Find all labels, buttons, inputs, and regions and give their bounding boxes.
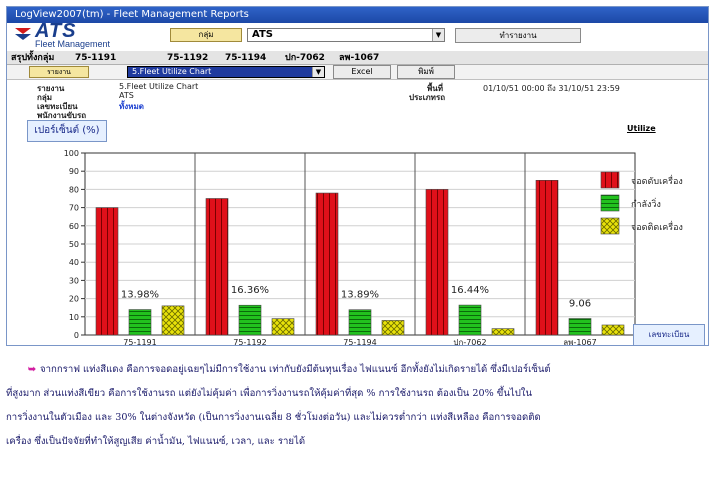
arrow-icon: ➥ <box>28 364 37 375</box>
y-tick-label: 90 <box>69 167 79 176</box>
window-titlebar: LogView2007(tm) - Fleet Management Repor… <box>7 7 708 23</box>
bar-idling <box>271 318 295 336</box>
x-tick-label: 75-1194 <box>343 338 376 346</box>
legend-swatch <box>600 171 620 189</box>
data-label: 16.36% <box>231 285 269 296</box>
caption-line: เครื่อง ซึ่งเป็นปัจจัยที่ทำให้สูญเสีย ค่… <box>6 436 306 447</box>
y-tick-label: 0 <box>74 331 79 340</box>
x-tick-label: ปก-7062 <box>453 338 486 346</box>
caption-line: ➥ จากกราฟ แท่งสีแดง คือการจอดอยู่เฉยๆไม่ม… <box>6 358 714 382</box>
legend-swatch <box>600 217 620 235</box>
y-tick-label: 40 <box>69 258 79 267</box>
chevron-down-icon[interactable]: ▼ <box>312 67 324 77</box>
x-axis-label: เลขทะเบียน <box>633 324 705 345</box>
group-select-value: ATS <box>252 29 273 40</box>
bar-idling <box>381 320 405 336</box>
tab-vehicle[interactable]: ลพ-1067 <box>339 51 379 65</box>
bar-parked-off <box>315 192 339 336</box>
bar-running <box>128 309 152 336</box>
header-bar: ATS Fleet Management กลุ่ม ATS ▼ ทำรายงา… <box>7 20 708 51</box>
logo-subtitle: Fleet Management <box>35 39 111 49</box>
bar-running <box>238 304 262 336</box>
make-report-button[interactable]: ทำรายงาน <box>455 28 581 43</box>
x-tick-label: 75-1191 <box>123 338 156 346</box>
y-tick-label: 60 <box>69 222 79 231</box>
ats-logo: ATS Fleet Management <box>13 20 163 50</box>
x-tick-label: 75-1192 <box>233 338 266 346</box>
legend-swatch <box>600 194 620 212</box>
data-label: 16.44% <box>451 285 489 296</box>
report-toolbar: รายงาน 5.Fleet Utilize Chart ▼ Excel พิม… <box>7 65 708 79</box>
bar-running <box>348 309 372 336</box>
report-area: รายงาน 5.Fleet Utilize Chart กลุ่ม ATS เ… <box>7 79 708 346</box>
y-axis-label: เปอร์เซ็นต์ (%) <box>27 120 107 142</box>
tab-group-summary[interactable]: สรุปทั้งกลุ่ม <box>11 51 54 65</box>
chart-type-value: 5.Fleet Utilize Chart <box>132 67 212 76</box>
bar-idling <box>161 305 185 336</box>
report-type-button[interactable]: รายงาน <box>29 66 89 78</box>
legend-label: จอดติดเครื่อง <box>631 220 683 233</box>
y-tick-label: 100 <box>64 149 79 158</box>
y-tick-label: 30 <box>69 276 79 285</box>
y-tick-label: 50 <box>69 240 79 249</box>
caption-line-text: จากกราฟ แท่งสีแดง คือการจอดอยู่เฉยๆไม่มี… <box>40 364 551 375</box>
tab-vehicle[interactable]: 75-1191 <box>75 51 116 65</box>
tab-vehicle[interactable]: 75-1194 <box>225 51 266 65</box>
app-window: LogView2007(tm) - Fleet Management Repor… <box>6 6 709 346</box>
data-label: 13.89% <box>341 290 379 301</box>
bar-parked-off <box>535 180 559 336</box>
ats-logo-icon <box>15 28 31 40</box>
caption-line: การวิ่งงานในตัวเมือง และ 30% ในต่างจังหว… <box>6 412 541 423</box>
tab-vehicle[interactable]: 75-1192 <box>167 51 208 65</box>
print-button[interactable]: พิมพ์ <box>397 65 455 79</box>
data-label: 13.98% <box>121 290 159 301</box>
utilize-chart: 0 10 20 30 40 50 60 70 80 90 100 75-1191 13.98% 75-11… <box>64 149 683 346</box>
utilize-label: Utilize <box>627 124 656 133</box>
chart-type-select[interactable]: 5.Fleet Utilize Chart ▼ <box>127 66 325 78</box>
excel-export-button[interactable]: Excel <box>333 65 391 79</box>
bar-parked-off <box>205 198 229 336</box>
chevron-down-icon[interactable]: ▼ <box>432 29 444 41</box>
bar-parked-off <box>95 207 119 336</box>
legend-label: จอดดับเครื่อง <box>631 174 683 187</box>
bar-idling <box>491 328 515 336</box>
y-tick-label: 20 <box>69 295 79 304</box>
bar-idling <box>601 324 625 336</box>
x-tick-label: ลพ-1067 <box>563 338 596 346</box>
y-tick-label: 10 <box>69 313 79 322</box>
bar-running <box>458 304 482 336</box>
caption-text: ➥ จากกราฟ แท่งสีแดง คือการจอดอยู่เฉยๆไม่ม… <box>6 358 714 454</box>
vehicle-tabs: สรุปทั้งกลุ่ม 75-1191 75-1192 75-1194 ปก… <box>7 51 708 65</box>
bar-parked-off <box>425 189 449 336</box>
bar-running <box>568 318 592 336</box>
caption-line: ที่สูงมาก ส่วนแท่งสีเขียว คือการใช้งานรถ… <box>6 388 533 399</box>
y-tick-label: 70 <box>69 204 79 213</box>
group-label: กลุ่ม <box>170 28 242 42</box>
data-label: 9.06 <box>569 299 591 310</box>
tab-vehicle[interactable]: ปก-7062 <box>285 51 325 65</box>
y-tick-label: 80 <box>69 185 79 194</box>
group-select[interactable]: ATS ▼ <box>247 28 445 42</box>
